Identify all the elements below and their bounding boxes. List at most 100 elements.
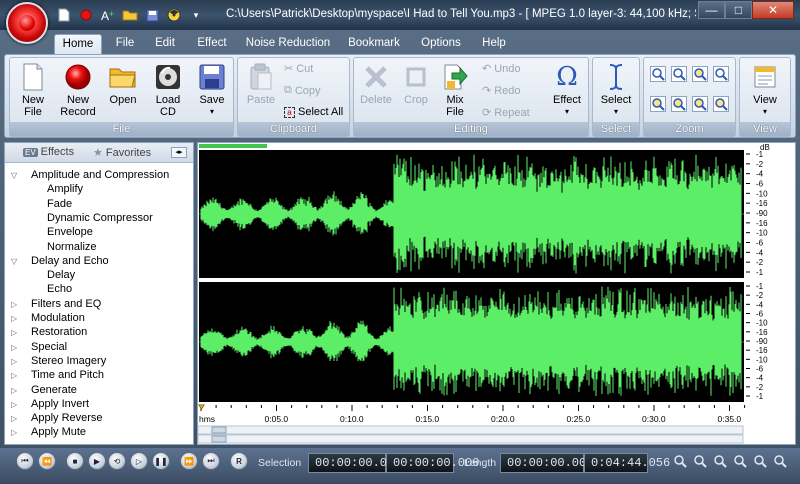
tree-category[interactable]: Modulation bbox=[31, 312, 85, 324]
tab-effects[interactable]: EV Effects bbox=[23, 146, 74, 158]
zoom-full-icon[interactable] bbox=[713, 66, 729, 85]
selection-start-field[interactable]: 00:00:00.000 bbox=[308, 453, 401, 473]
fast-forward-icon[interactable]: ⏩ bbox=[180, 452, 198, 470]
tree-category[interactable]: Filters and EQ bbox=[31, 298, 101, 310]
qat-radiation-icon[interactable] bbox=[165, 6, 183, 24]
tree-category[interactable]: Generate bbox=[31, 384, 77, 396]
overview-position-marker[interactable] bbox=[199, 144, 267, 148]
zoom-vertical-out-transport-icon[interactable] bbox=[772, 453, 788, 469]
collapse-icon[interactable]: ▽ bbox=[11, 257, 17, 266]
undo-button[interactable]: ↶ Undo bbox=[482, 62, 521, 76]
tree-item[interactable]: Dynamic Compressor bbox=[47, 212, 153, 224]
zoom-reset-icon[interactable] bbox=[692, 96, 708, 115]
length-start-field[interactable]: 00:00:00.000 bbox=[500, 453, 593, 473]
expand-icon[interactable]: ▷ bbox=[11, 400, 17, 409]
vertical-zoom-scrollbar[interactable] bbox=[198, 434, 744, 444]
collapse-icon[interactable]: ▽ bbox=[11, 171, 17, 180]
zoom-out-horizontal-icon[interactable] bbox=[671, 66, 687, 85]
tab-options[interactable]: Options bbox=[416, 34, 466, 54]
expand-icon[interactable]: ▷ bbox=[11, 343, 17, 352]
play-icon[interactable]: ▶ bbox=[88, 452, 106, 470]
expand-icon[interactable]: ▷ bbox=[11, 328, 17, 337]
go-to-end-icon[interactable]: ⏭ bbox=[202, 452, 220, 470]
tree-category[interactable]: Special bbox=[31, 341, 67, 353]
expand-icon[interactable]: ▷ bbox=[11, 371, 17, 380]
expand-icon[interactable]: ▷ bbox=[11, 357, 17, 366]
expand-icon[interactable]: ▷ bbox=[11, 414, 17, 423]
tree-item[interactable]: Amplify bbox=[47, 183, 83, 195]
tree-item[interactable]: Envelope bbox=[47, 226, 93, 238]
zoom-out-vertical-icon[interactable] bbox=[671, 96, 687, 115]
rewind-icon[interactable]: ⏪ bbox=[38, 452, 56, 470]
expand-icon[interactable]: ▷ bbox=[11, 386, 17, 395]
tree-category[interactable]: Apply Mute bbox=[31, 426, 86, 438]
qat-open-icon[interactable] bbox=[121, 6, 139, 24]
qat-text-icon[interactable]: A + bbox=[99, 6, 117, 24]
panel-nav-arrows-icon[interactable]: ◂▸ bbox=[171, 147, 187, 158]
save-button[interactable]: Save ▾ bbox=[194, 62, 230, 118]
tree-category[interactable]: Apply Invert bbox=[31, 398, 89, 410]
stop-icon[interactable]: ■ bbox=[66, 452, 84, 470]
expand-icon[interactable]: ▷ bbox=[11, 300, 17, 309]
zoom-in-vertical-icon[interactable] bbox=[650, 96, 666, 115]
close-button[interactable]: ✕ bbox=[752, 1, 794, 19]
overview-strip[interactable] bbox=[198, 143, 795, 149]
expand-icon[interactable]: ▷ bbox=[11, 314, 17, 323]
cut-button[interactable]: ✂ Cut bbox=[284, 62, 313, 76]
tree-item[interactable]: Echo bbox=[47, 283, 72, 295]
new-file-button[interactable]: New File bbox=[16, 62, 50, 118]
zoom-full-transport-icon[interactable] bbox=[732, 453, 748, 469]
maximize-button[interactable]: □ bbox=[725, 1, 752, 19]
delete-button[interactable]: Delete bbox=[358, 62, 394, 106]
waveform-canvas[interactable]: dB-1-2-4-6-10-16-90-16-10-6-4-2-1-1-2-4-… bbox=[198, 143, 795, 444]
tree-category[interactable]: Delay and Echo bbox=[31, 255, 109, 267]
tree-category[interactable]: Time and Pitch bbox=[31, 369, 104, 381]
redo-button[interactable]: ↷ Redo bbox=[482, 84, 521, 98]
tree-item[interactable]: Normalize bbox=[47, 241, 97, 253]
repeat-button[interactable]: ⟳ Repeat bbox=[482, 106, 530, 120]
horizontal-scroll-thumb[interactable] bbox=[211, 426, 227, 434]
zoom-out-transport-icon[interactable] bbox=[692, 453, 708, 469]
mix-file-button[interactable]: Mix File bbox=[438, 62, 472, 118]
pause-icon[interactable]: ❚❚ bbox=[152, 452, 170, 470]
tab-noise-reduction[interactable]: Noise Reduction bbox=[244, 34, 332, 54]
horizontal-scrollbar[interactable] bbox=[198, 425, 744, 435]
tree-category[interactable]: Amplitude and Compression bbox=[31, 169, 169, 181]
tab-file[interactable]: File bbox=[110, 34, 140, 54]
tab-bookmark[interactable]: Bookmark bbox=[344, 34, 404, 54]
tab-home[interactable]: Home bbox=[54, 34, 102, 54]
length-end-field[interactable]: 0:04:44.056 bbox=[584, 453, 670, 473]
tree-category[interactable]: Apply Reverse bbox=[31, 412, 103, 424]
load-cd-button[interactable]: Load CD bbox=[150, 62, 186, 118]
paste-button[interactable]: Paste bbox=[242, 62, 280, 106]
select-button[interactable]: Select ▾ bbox=[597, 62, 635, 118]
tab-effect[interactable]: Effect bbox=[192, 34, 232, 54]
zoom-fit-icon[interactable] bbox=[713, 96, 729, 115]
loop-play-icon[interactable]: ⟲ bbox=[108, 452, 126, 470]
qat-record-icon[interactable] bbox=[77, 6, 95, 24]
tree-category[interactable]: Stereo Imagery bbox=[31, 355, 106, 367]
qat-new-icon[interactable] bbox=[55, 6, 73, 24]
tree-category[interactable]: Restoration bbox=[31, 326, 87, 338]
effect-button[interactable]: Ω Effect ▾ bbox=[548, 62, 586, 118]
new-record-button[interactable]: New Record bbox=[58, 62, 98, 118]
tab-edit[interactable]: Edit bbox=[150, 34, 180, 54]
tree-item[interactable]: Fade bbox=[47, 198, 72, 210]
select-all-button[interactable]: a Select All bbox=[284, 106, 343, 118]
minimize-button[interactable]: — bbox=[698, 1, 725, 19]
zoom-selection-icon[interactable] bbox=[692, 66, 708, 85]
crop-button[interactable]: Crop bbox=[400, 62, 432, 106]
view-button[interactable]: View ▾ bbox=[746, 62, 784, 118]
record-button[interactable]: R bbox=[230, 452, 248, 470]
selection-end-field[interactable]: 00:00:00.000 bbox=[386, 453, 479, 473]
open-button[interactable]: Open bbox=[104, 62, 142, 106]
expand-icon[interactable]: ▷ bbox=[11, 428, 17, 437]
zoom-selection-transport-icon[interactable] bbox=[712, 453, 728, 469]
application-orb-button[interactable] bbox=[6, 2, 48, 44]
waveform-editor[interactable]: dB -1 -2 -4 -6 -10 -16 -90 -16 -10 -6 -4 -2 -1 -1 -2 -4-… bbox=[197, 142, 796, 445]
zoom-in-transport-icon[interactable] bbox=[672, 453, 688, 469]
zoom-vertical-in-transport-icon[interactable] bbox=[752, 453, 768, 469]
vertical-zoom-thumb[interactable] bbox=[211, 435, 227, 443]
go-to-start-icon[interactable]: ⏮ bbox=[16, 452, 34, 470]
qat-save-icon[interactable] bbox=[143, 6, 161, 24]
